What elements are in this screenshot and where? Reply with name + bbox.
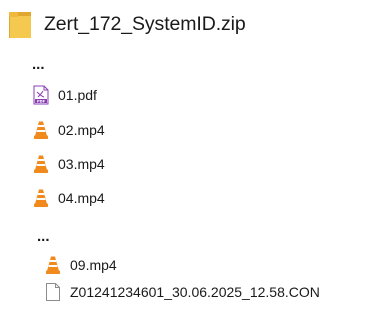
file-row-03-mp4[interactable]: 03.mp4: [33, 153, 105, 175]
vlc-icon: [34, 155, 48, 173]
file-name: 03.mp4: [58, 156, 105, 172]
archive-name: Zert_172_SystemID.zip: [44, 12, 246, 35]
file-name: 04.mp4: [58, 190, 105, 206]
file-row-04-mp4[interactable]: 04.mp4: [33, 187, 105, 209]
pdf-icon: PDF: [33, 85, 49, 105]
file-row-01-pdf[interactable]: PDF 01.pdf: [33, 84, 97, 106]
ellipsis-2: ...: [37, 228, 50, 245]
folder-icon: [9, 12, 31, 38]
svg-text:PDF: PDF: [37, 99, 46, 103]
file-row-02-mp4[interactable]: 02.mp4: [33, 119, 105, 141]
file-name: 01.pdf: [58, 87, 97, 103]
vlc-icon: [34, 189, 48, 207]
file-name: 02.mp4: [58, 122, 105, 138]
blank-file-icon: [46, 283, 60, 301]
archive-row[interactable]: Zert_172_SystemID.zip: [9, 9, 246, 39]
file-name: 09.mp4: [70, 257, 117, 273]
ellipsis-1: ...: [32, 56, 45, 73]
vlc-icon: [46, 256, 60, 274]
vlc-icon: [34, 121, 48, 139]
file-row-09-mp4[interactable]: 09.mp4: [45, 254, 117, 276]
file-row-con[interactable]: Z01241234601_30.06.2025_12.58.CON: [45, 281, 320, 303]
file-name: Z01241234601_30.06.2025_12.58.CON: [70, 284, 320, 300]
